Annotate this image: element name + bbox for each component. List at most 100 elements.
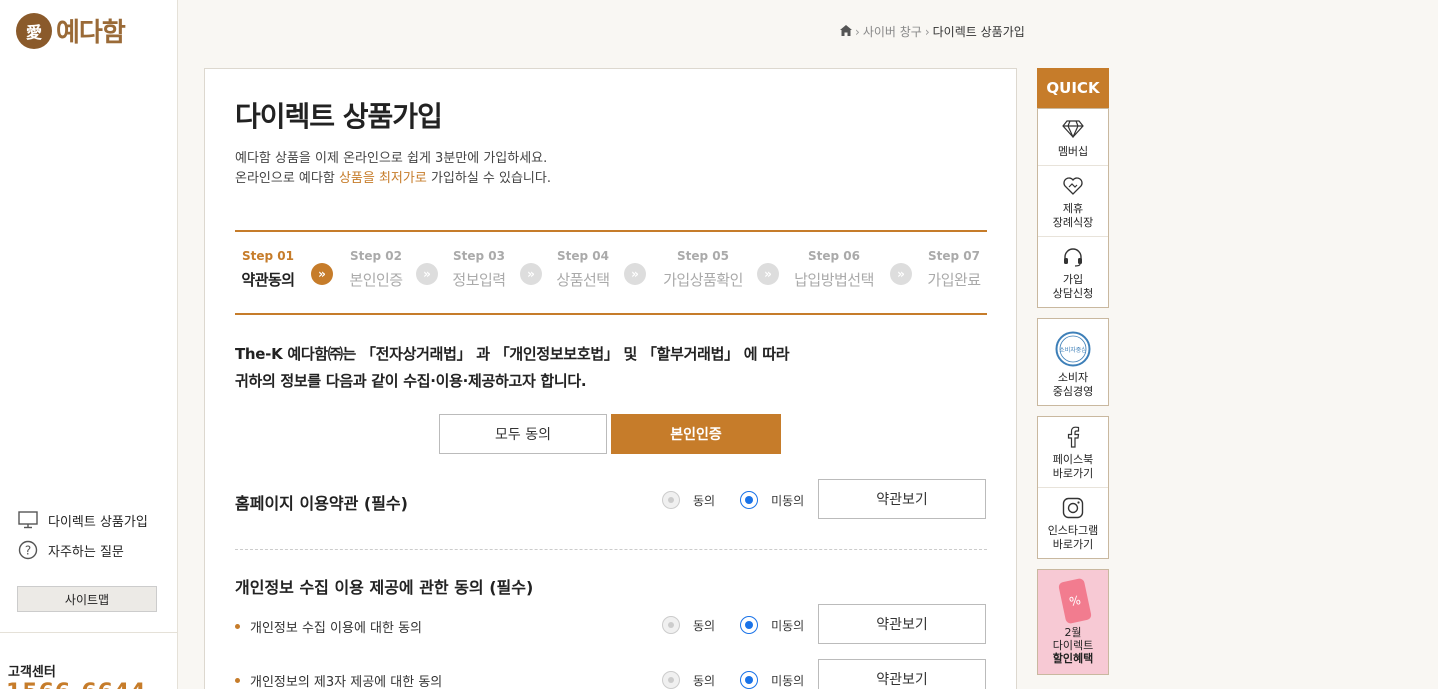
intro-line-1: 예다함 상품을 이제 온라인으로 쉽게 3분만에 가입하세요. [235,151,548,166]
radio-dot [668,497,674,503]
sidebar-item-direct-join[interactable]: 다이렉트 상품가입 [17,505,148,535]
notice-line-1: The-K 예다함㈜는 「전자상거래법」 과 「개인정보보호법」 및 「할부거래… [235,345,790,363]
consumer-badge-text: 소비자중심 [1059,346,1087,354]
agree-radio[interactable] [662,491,680,509]
notice-line-2: 귀하의 정보를 다음과 같이 수집·이용·제공하고자 합니다. [235,372,587,390]
page-title: 다이렉트 상품가입 [235,100,443,133]
logo-emblem-icon: 愛 [16,12,52,49]
section-title-homepage-terms: 홈페이지 이용약관 (필수) [235,494,408,513]
quick-item-label: 바로가기 [1052,538,1094,551]
main-content-card: 다이렉트 상품가입 예다함 상품을 이제 온라인으로 쉽게 3분만에 가입하세요… [204,68,1017,689]
customer-center-phone: 1566-6644 [6,680,147,689]
quick-item-label: 장례식장 [1052,216,1094,229]
section-title-privacy-consent: 개인정보 수집 이용 제공에 관한 동의 (필수) [235,578,534,597]
step-7: Step 07 가입완료 [921,249,987,290]
radio-dot [745,676,754,684]
monitor-icon [17,510,39,530]
step-arrow-icon: » [890,263,912,285]
promo-line-1: 2월 [1064,626,1082,639]
step-name: 약관동의 [241,271,295,289]
step-arrow-icon: » [757,263,779,285]
left-sidebar: 愛 예다함 다이렉트 상품가입 ? 자주하는 질문 사이트맵 고객센터 1566… [0,0,178,689]
promo-banner[interactable]: % 2월 다이렉트 할인혜택 [1037,569,1109,675]
intro-line-2-post: 가입하실 수 있습니다. [426,171,551,186]
sitemap-button[interactable]: 사이트맵 [17,586,157,612]
consumer-badge-icon: 소비자중심 [1038,331,1108,367]
radio-dot [668,622,674,628]
quick-item-label: 소비자 [1057,371,1089,384]
promo-line-3: 할인혜택 [1052,652,1094,665]
agree-radio[interactable] [662,616,680,634]
home-icon[interactable] [840,24,852,39]
quick-item-partner-funeral[interactable]: 제휴 장례식장 [1038,166,1108,237]
step-name: 정보입력 [452,271,506,289]
step-arrow-icon: » [624,263,646,285]
quick-item-label: 바로가기 [1052,467,1094,480]
quick-item-membership[interactable]: 멤버십 [1038,109,1108,166]
brand-logo[interactable]: 愛 예다함 [16,12,126,49]
breadcrumb: › 사이버 창구 › 다이렉트 상품가입 [840,23,1025,40]
view-terms-button[interactable]: 약관보기 [818,479,986,519]
list-item-label: 개인정보 수집 이용에 대한 동의 [250,621,423,636]
quick-item-label: 상담신청 [1052,287,1094,300]
step-name: 상품선택 [556,271,610,289]
list-item-label: 개인정보의 제3자 제공에 대한 동의 [250,675,443,689]
step-number: Step 05 [677,249,729,263]
breadcrumb-level1[interactable]: 사이버 창구 [863,23,922,40]
breadcrumb-separator: › [924,24,930,39]
bullet-icon [235,678,240,683]
quick-item-consult[interactable]: 가입 상담신청 [1038,237,1108,307]
sidebar-item-faq[interactable]: ? 자주하는 질문 [17,535,148,565]
list-item: 개인정보 수집 이용에 대한 동의 [235,617,422,636]
disagree-radio[interactable] [740,616,759,634]
step-arrow-icon: » [416,263,438,285]
step-3: Step 03 정보입력 [446,249,512,290]
step-progress: Step 01 약관동의 » Step 02 본인인증 » Step 03 정보… [235,230,987,315]
headset-icon [1038,245,1108,269]
step-number: Step 06 [808,249,860,263]
privacy-collect-radio-group: 동의 미동의 [662,616,804,634]
sidebar-item-label: 자주하는 질문 [48,544,124,560]
agree-all-button[interactable]: 모두 동의 [439,414,607,454]
breadcrumb-current: 다이렉트 상품가입 [932,25,1025,39]
quick-item-label: 가입 [1062,273,1084,286]
facebook-icon [1038,425,1108,449]
diamond-icon [1038,117,1108,141]
quick-item-facebook[interactable]: 페이스북 바로가기 [1038,417,1108,488]
view-terms-button[interactable]: 약관보기 [818,659,986,689]
step-number: Step 07 [928,249,980,263]
step-name: 가입완료 [927,271,981,289]
step-2: Step 02 본인인증 [343,249,409,290]
intro-highlight: 상품을 최저가로 [338,171,427,186]
view-terms-button[interactable]: 약관보기 [818,604,986,644]
radio-dot [668,677,674,683]
quick-menu-consumer: 소비자중심 소비자 중심경영 [1037,318,1109,406]
privacy-notice: The-K 예다함㈜는 「전자상거래법」 과 「개인정보보호법」 및 「할부거래… [235,341,790,395]
step-name: 납입방법선택 [794,271,874,289]
step-name: 본인인증 [349,271,403,289]
step-number: Step 03 [453,249,505,263]
quick-item-consumer-centered[interactable]: 소비자중심 소비자 중심경영 [1038,319,1108,405]
step-6: Step 06 납입방법선택 [789,249,879,290]
customer-center-label: 고객센터 [8,665,56,680]
disagree-radio[interactable] [740,491,759,509]
identity-verify-button[interactable]: 본인인증 [611,414,781,454]
agree-radio[interactable] [662,671,680,689]
step-4: Step 04 상품선택 [550,249,616,290]
question-icon: ? [17,540,39,560]
step-arrow-icon: » [520,263,542,285]
agree-radio-label: 동의 [693,673,716,688]
quick-menu: QUICK 멤버십 제휴 장례식장 가입 상담신청 소비자중심 소비자 중심경영… [1037,68,1109,675]
quick-item-label: 중심경영 [1052,385,1094,398]
quick-menu-title: QUICK [1037,68,1109,108]
quick-item-instagram[interactable]: 인스타그램 바로가기 [1038,488,1108,558]
step-number: Step 04 [557,249,609,263]
step-number: Step 02 [350,249,402,263]
handshake-icon [1038,174,1108,198]
agree-radio-label: 동의 [693,618,716,633]
disagree-radio[interactable] [740,671,759,689]
quick-menu-group: 멤버십 제휴 장례식장 가입 상담신청 [1037,108,1109,308]
homepage-terms-radio-group: 동의 미동의 [662,491,804,509]
svg-text:?: ? [25,544,31,558]
disagree-radio-label: 미동의 [771,618,805,633]
